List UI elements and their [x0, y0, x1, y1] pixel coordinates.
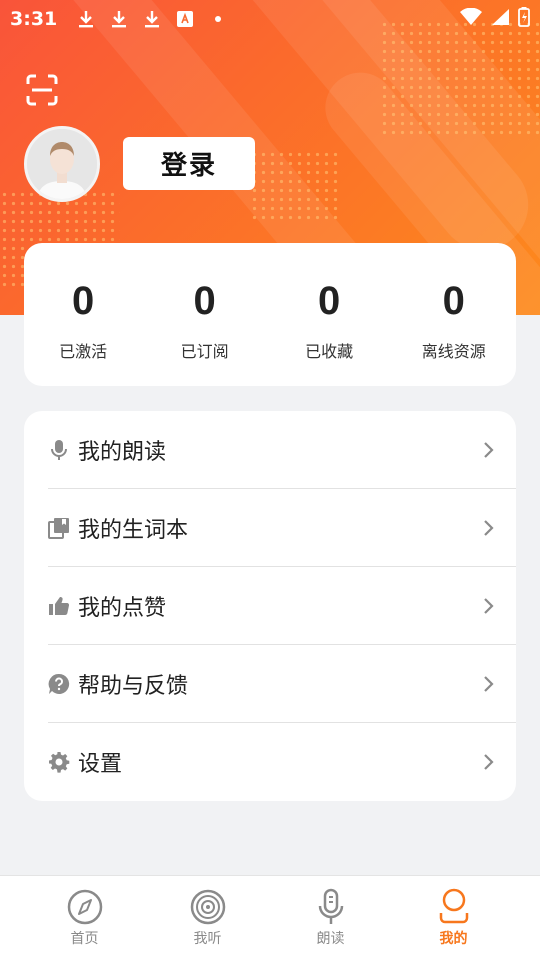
tab-read-aloud[interactable]: 朗读	[269, 876, 392, 960]
cellular-signal-icon	[490, 8, 510, 30]
stat-value: 0	[193, 279, 216, 323]
menu-item-label: 我的朗读	[78, 439, 167, 465]
menu-item-label: 帮助与反馈	[78, 673, 189, 699]
chevron-right-icon	[484, 519, 494, 536]
download-icon	[143, 9, 161, 29]
menu-item-label: 我的点赞	[78, 595, 167, 621]
stat-value: 0	[442, 279, 465, 323]
compass-icon	[67, 889, 102, 925]
microphone-icon	[318, 888, 343, 924]
stat-value: 0	[318, 279, 341, 323]
bottom-tab-bar: 首页 我听 朗读 我的	[0, 875, 540, 960]
wifi-icon	[460, 7, 482, 30]
help-question-icon	[48, 673, 70, 695]
menu-item-my-likes[interactable]: 我的点赞	[48, 567, 516, 645]
thumbs-up-icon	[48, 595, 70, 617]
tab-label: 我的	[439, 931, 468, 947]
chevron-right-icon	[484, 675, 494, 692]
gear-icon	[48, 751, 70, 773]
stats-card: 0 已激活 0 已订阅 0 已收藏 0 离线资源	[24, 243, 516, 386]
stat-favorited[interactable]: 0 已收藏	[267, 279, 392, 386]
stat-label: 已订阅	[180, 342, 229, 361]
stat-offline-resources[interactable]: 0 离线资源	[391, 279, 516, 386]
tab-label: 首页	[70, 931, 99, 947]
stat-label: 已激活	[59, 342, 108, 361]
menu-card: 我的朗读 我的生词本 我的点赞 帮助与反馈 设置	[24, 411, 516, 801]
stat-activated[interactable]: 0 已激活	[24, 279, 142, 386]
chevron-right-icon	[484, 754, 494, 770]
menu-item-help-feedback[interactable]: 帮助与反馈	[48, 645, 516, 723]
stat-subscribed[interactable]: 0 已订阅	[142, 279, 267, 386]
more-notifications-dot-icon	[209, 9, 227, 29]
tab-me[interactable]: 我的	[392, 876, 515, 960]
login-button[interactable]: 登录	[123, 137, 255, 190]
vocabulary-book-icon	[48, 517, 70, 539]
menu-item-label: 我的生词本	[78, 517, 189, 543]
tab-listen[interactable]: 我听	[146, 876, 269, 960]
menu-item-label: 设置	[78, 752, 123, 777]
person-icon	[439, 888, 468, 924]
stat-value: 0	[72, 279, 95, 323]
vinyl-disc-icon	[190, 889, 225, 925]
menu-item-settings[interactable]: 设置	[48, 723, 516, 801]
stat-label: 已收藏	[305, 342, 354, 361]
chevron-right-icon	[484, 441, 494, 458]
chevron-right-icon	[484, 597, 494, 614]
status-bar: 3:31	[0, 0, 540, 38]
tab-home[interactable]: 首页	[23, 876, 146, 960]
avatar[interactable]	[24, 126, 100, 202]
tab-label: 我听	[193, 931, 222, 947]
stat-label: 离线资源	[421, 342, 486, 361]
default-avatar-icon	[27, 129, 97, 199]
battery-charging-icon	[518, 7, 530, 31]
download-icon	[77, 9, 95, 29]
scan-icon	[26, 74, 58, 106]
download-icon	[110, 9, 128, 29]
scan-button[interactable]	[26, 74, 58, 106]
menu-item-my-reading[interactable]: 我的朗读	[48, 411, 516, 489]
microphone-icon	[48, 439, 70, 461]
tab-label: 朗读	[316, 931, 345, 947]
menu-item-vocabulary-book[interactable]: 我的生词本	[48, 489, 516, 567]
status-time: 3:31	[10, 8, 58, 30]
app-notification-icon	[176, 9, 194, 29]
